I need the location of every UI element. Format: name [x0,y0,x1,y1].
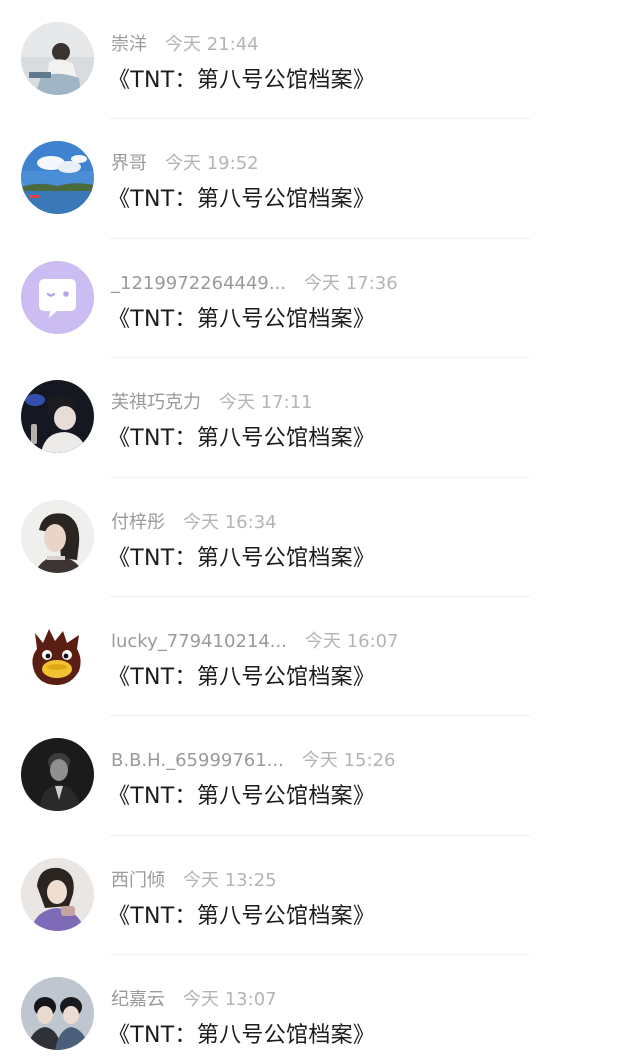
username[interactable]: 芙祺巧克力 [111,392,201,413]
user-avatar[interactable] [21,977,94,1051]
username[interactable]: lucky_779410214... [111,631,287,652]
comment-text: 《TNT：第八号公馆档案》 [108,784,376,810]
user-avatar[interactable] [21,618,94,692]
timestamp: 今天 21:44 [165,34,259,55]
comment-meta: lucky_779410214... 今天 16:07 [111,627,399,653]
username[interactable]: 西门倾 [111,870,165,891]
timestamp: 今天 19:52 [165,153,259,175]
comment-meta: 崇洋 今天 21:44 [111,30,259,56]
comment-meta: 芙祺巧克力 今天 17:11 [111,388,313,414]
user-avatar[interactable] [21,857,94,931]
comment-meta: 界哥 今天 19:52 [111,149,259,175]
timestamp: 今天 13:07 [183,989,277,1011]
comment-text: 《TNT：第八号公馆档案》 [108,68,376,93]
comment-text: 《TNT：第八号公馆档案》 [108,426,376,452]
comment-text: 《TNT：第八号公馆档案》 [108,903,376,929]
username[interactable]: B.B.H._65999761... [111,750,284,771]
list-item[interactable]: 芙祺巧克力 今天 17:11 《TNT：第八号公馆档案》 [0,358,640,478]
comment-list: 崇洋 今天 21:44 《TNT：第八号公馆档案》 界哥 今天 19:52 《TNT… [0,0,640,1062]
username[interactable]: _1219972264449... [111,273,286,294]
list-item[interactable]: lucky_779410214... 今天 16:07 《TNT：第八号公馆档案》 [0,597,640,717]
comment-meta: 西门倾 今天 13:25 [111,866,277,892]
timestamp: 今天 15:26 [301,750,396,772]
list-item[interactable]: _1219972264449... 今天 17:36 《TNT：第八号公馆档案》 [0,239,640,359]
comment-meta: B.B.H._65999761... 今天 15:26 [111,746,395,772]
comment-meta: _1219972264449... 今天 17:36 [111,269,398,295]
timestamp: 今天 16:34 [183,511,277,533]
username[interactable]: 崇洋 [111,34,147,55]
comment-meta: 纪嘉云 今天 13:07 [111,985,277,1011]
list-item[interactable]: 付梓彤 今天 16:34 《TNT：第八号公馆档案》 [0,478,640,598]
user-avatar[interactable] [21,141,94,215]
list-item[interactable]: 崇洋 今天 21:44 《TNT：第八号公馆档案》 [0,0,640,120]
user-avatar[interactable] [21,499,94,573]
timestamp: 今天 13:25 [183,869,277,891]
list-item[interactable]: 界哥 今天 19:52 《TNT：第八号公馆档案》 [0,119,640,240]
timestamp: 今天 17:11 [219,392,313,414]
user-avatar[interactable] [21,22,94,95]
username[interactable]: 付梓彤 [111,512,165,533]
username[interactable]: 界哥 [111,153,147,174]
list-item[interactable]: 西门倾 今天 13:25 《TNT：第八号公馆档案》 [0,836,640,956]
user-avatar[interactable] [21,738,94,812]
list-item[interactable]: B.B.H._65999761... 今天 15:26 《TNT：第八号公馆档案》 [0,716,640,837]
comment-text: 《TNT：第八号公馆档案》 [108,306,376,332]
list-item[interactable]: 纪嘉云 今天 13:07 《TNT：第八号公馆档案》 [0,955,640,1062]
timestamp: 今天 16:07 [304,630,399,652]
comment-meta: 付梓彤 今天 16:34 [111,508,277,534]
user-avatar[interactable] [21,260,94,334]
timestamp: 今天 17:36 [304,272,398,294]
username[interactable]: 纪嘉云 [111,989,165,1010]
comment-text: 《TNT：第八号公馆档案》 [108,187,376,213]
comment-text: 《TNT：第八号公馆档案》 [108,664,376,690]
comment-text: 《TNT：第八号公馆档案》 [108,545,376,571]
user-avatar[interactable] [21,380,94,454]
comment-text: 《TNT：第八号公馆档案》 [108,1023,376,1049]
